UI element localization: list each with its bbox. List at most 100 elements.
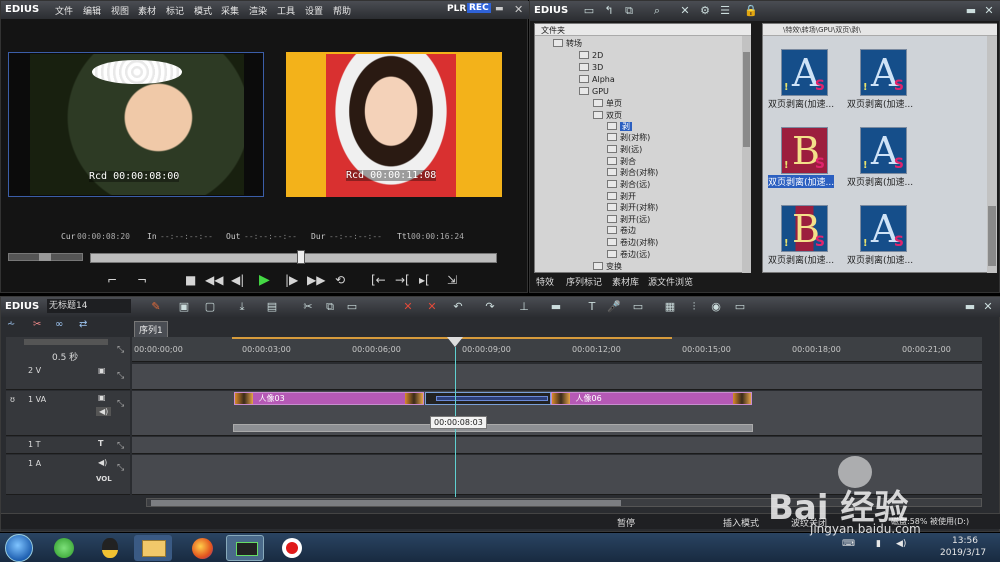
- play-icon[interactable]: ▶: [259, 272, 270, 288]
- tree-node-peel-close[interactable]: 剥合: [607, 156, 636, 167]
- effect-thumb-6[interactable]: A! S: [860, 205, 907, 252]
- delete-icon[interactable]: ✕: [676, 3, 694, 19]
- tree-scrollbar[interactable]: [742, 36, 751, 273]
- shuttle-bar[interactable]: [8, 253, 83, 261]
- tree-node-curl-far[interactable]: 卷边(远): [607, 249, 650, 260]
- track-tool-1-icon[interactable]: ⩪: [7, 319, 15, 330]
- effect-thumb-1[interactable]: A! S: [781, 49, 828, 96]
- menu-file[interactable]: 文件: [55, 4, 73, 17]
- track-2v-toggle-icon[interactable]: ▣: [98, 366, 106, 375]
- status-insert-mode[interactable]: 插入模式: [723, 516, 759, 529]
- scale-control[interactable]: 0.5 秒: [6, 337, 130, 364]
- group-icon[interactable]: ▬: [547, 299, 565, 315]
- sequence-tab[interactable]: 序列1: [134, 321, 168, 338]
- menu-view[interactable]: 视图: [111, 4, 129, 17]
- menu-tools[interactable]: 工具: [277, 4, 295, 17]
- tree-node-peel-open-far[interactable]: 剥开(远): [607, 214, 650, 225]
- tree-node-double-page[interactable]: 双页: [593, 110, 622, 121]
- lock-icon[interactable]: 🔒: [742, 3, 760, 19]
- track-header-1t[interactable]: 1 T T: [6, 437, 130, 454]
- tree-node-transitions[interactable]: 转场: [553, 38, 582, 49]
- tree-node-transform[interactable]: 变换: [593, 261, 622, 272]
- tray-network-icon[interactable]: ▮: [876, 539, 881, 549]
- track-1va-sync-icon[interactable]: ʊ: [10, 395, 15, 404]
- effect-thumb-3[interactable]: B! S: [781, 127, 828, 174]
- tree-node-peel[interactable]: 剥: [607, 121, 632, 132]
- track-1va-toggle-icon[interactable]: ▣: [98, 393, 106, 402]
- search-icon[interactable]: ⌕: [648, 3, 666, 19]
- playhead-marker[interactable]: [447, 337, 463, 347]
- insert-icon[interactable]: [←: [371, 273, 386, 287]
- new-folder-icon[interactable]: ⧉: [620, 3, 638, 19]
- timeline-save2-icon[interactable]: ▤: [263, 299, 281, 315]
- tree-node-alpha[interactable]: Alpha: [579, 74, 615, 85]
- tab-sequence-markers[interactable]: 序列标记: [566, 275, 602, 288]
- track-lane-1t[interactable]: [132, 437, 982, 454]
- rec-button[interactable]: REC: [467, 3, 491, 13]
- export-icon[interactable]: ⇲: [447, 273, 457, 287]
- clip-portrait-03[interactable]: 人像03: [234, 392, 424, 405]
- menu-render[interactable]: 渲染: [249, 4, 267, 17]
- taskbar-explorer-icon[interactable]: [134, 535, 172, 561]
- side-expand-icon-2[interactable]: ⤡: [117, 371, 124, 381]
- cut-icon[interactable]: ✂: [299, 299, 317, 315]
- ripple-delete-icon[interactable]: ✕: [423, 299, 441, 315]
- source-viewer[interactable]: Rcd 00:00:08:00: [8, 52, 264, 197]
- side-expand-icon-5[interactable]: ⤡: [117, 463, 124, 473]
- track-header-1a[interactable]: 1 A ◀) VOL: [6, 455, 130, 495]
- folder-icon[interactable]: ▭: [580, 3, 598, 19]
- position-handle[interactable]: [297, 250, 305, 264]
- split-icon[interactable]: ⊥: [515, 299, 533, 315]
- menu-mode[interactable]: 模式: [194, 4, 212, 17]
- side-expand-icon-1[interactable]: ⤡: [117, 345, 124, 355]
- step-back-icon[interactable]: ◀|: [231, 273, 244, 287]
- effects-scrollbar[interactable]: [987, 36, 997, 273]
- track-tool-2-icon[interactable]: ✂: [33, 319, 41, 330]
- timeline-hscroll-thumb[interactable]: [151, 500, 621, 506]
- tab-source-browser[interactable]: 源文件浏览: [648, 275, 693, 288]
- grid-icon[interactable]: ▦: [661, 299, 679, 315]
- tray-keyboard-icon[interactable]: ⌨: [842, 539, 855, 549]
- track-1va-speaker-icon[interactable]: ◀): [96, 407, 112, 416]
- tree-node-curl-sym[interactable]: 卷边(对称): [607, 237, 658, 248]
- tab-bin[interactable]: 素材库: [612, 275, 639, 288]
- tree-node-3d[interactable]: 3D: [579, 62, 603, 73]
- position-bar[interactable]: [90, 250, 497, 264]
- timeline-tool-1-icon[interactable]: ✎: [147, 299, 165, 315]
- tree-node-gpu[interactable]: GPU: [579, 86, 609, 97]
- track-1a-speaker-icon[interactable]: ◀): [98, 458, 107, 467]
- effect-thumb-4[interactable]: A! S: [860, 127, 907, 174]
- zoom-slider[interactable]: [24, 339, 108, 345]
- menu-capture[interactable]: 采集: [221, 4, 239, 17]
- effect-thumb-5[interactable]: B! S: [781, 205, 828, 252]
- tree-node-2d[interactable]: 2D: [579, 50, 603, 61]
- bin-minimize-icon[interactable]: ▬: [962, 3, 980, 19]
- view-icon[interactable]: ☰: [716, 3, 734, 19]
- menu-edit[interactable]: 编辑: [83, 4, 101, 17]
- title-icon[interactable]: T: [583, 299, 601, 315]
- bin-close-icon[interactable]: ✕: [980, 3, 998, 19]
- overwrite-icon[interactable]: →[: [395, 273, 410, 287]
- track-tool-4-icon[interactable]: ⇄: [79, 319, 87, 330]
- track-1a-vol-label[interactable]: VOL: [96, 475, 112, 483]
- sync-icon[interactable]: ◉: [707, 299, 725, 315]
- menu-marker[interactable]: 标记: [166, 4, 184, 17]
- taskbar-edius-icon[interactable]: [226, 535, 264, 561]
- step-forward-icon[interactable]: |▶: [285, 273, 298, 287]
- timeline-close-icon[interactable]: ✕: [979, 299, 997, 315]
- delete-clip-icon[interactable]: ✕: [399, 299, 417, 315]
- track-header-1va[interactable]: ʊ 1 VA ▣ ◀): [6, 391, 130, 436]
- taskbar-record-icon[interactable]: [272, 535, 310, 561]
- timeline-save-icon[interactable]: ⤓: [233, 299, 251, 315]
- menu-settings[interactable]: 设置: [305, 4, 323, 17]
- side-expand-icon-4[interactable]: ⤡: [117, 441, 124, 451]
- taskbar-firefox-icon[interactable]: [182, 535, 220, 561]
- track-tool-3-icon[interactable]: ∞: [55, 319, 63, 330]
- taskbar-app-1[interactable]: [44, 535, 82, 561]
- mixer-icon[interactable]: ⫶: [685, 299, 703, 315]
- mic-icon[interactable]: 🎤: [605, 299, 623, 315]
- timeline-minimize-icon[interactable]: ▬: [961, 299, 979, 315]
- transition-clip[interactable]: [425, 392, 551, 405]
- set-in-icon[interactable]: ⌐: [107, 273, 117, 287]
- tree-node-single-page[interactable]: 单页: [593, 98, 622, 109]
